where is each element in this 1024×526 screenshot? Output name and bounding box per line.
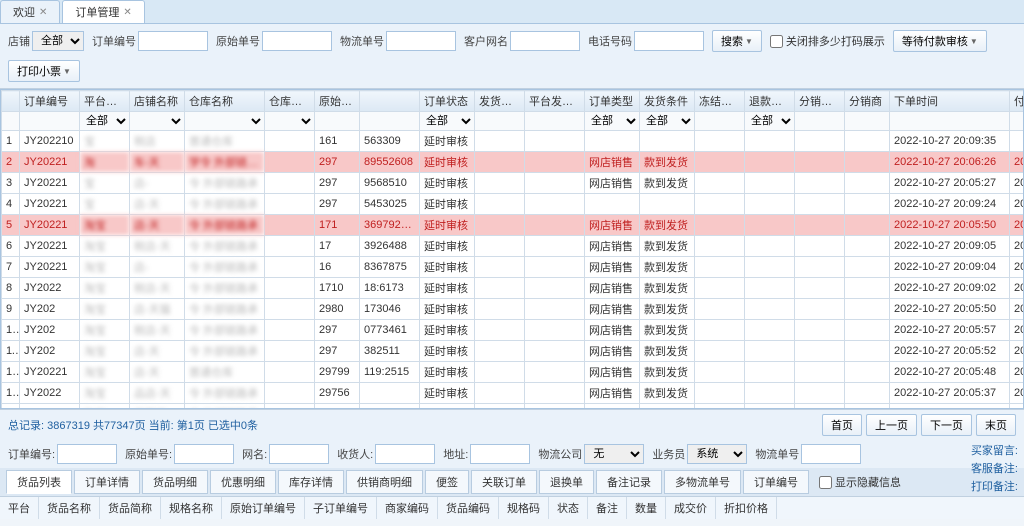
close-multi-scan-checkbox[interactable]: [770, 35, 783, 48]
bf-name[interactable]: [269, 444, 329, 464]
col-ship-status[interactable]: 发货状态: [475, 91, 525, 112]
side-labels: 买家留言: 客服备注: 打印备注:: [971, 442, 1018, 496]
bf-original-no[interactable]: [174, 444, 234, 464]
table-row[interactable]: 6JY20221淘宝税店-天令 外部链路承173926488延时审核网店销售款到…: [2, 236, 1024, 257]
table-row[interactable]: 13JY2022淘宝品店-天令 外部链路承29756延时审核网店销售款到发货20…: [2, 383, 1024, 404]
table-row[interactable]: 2JY20221淘车-天学令 外部链路承29789552608延时审核网店销售款…: [2, 152, 1024, 173]
col-freeze-reason[interactable]: 冻结原因: [695, 91, 745, 112]
btab-split-detail[interactable]: 货品明细: [142, 470, 208, 494]
col-original-no[interactable]: 原始单号: [315, 91, 360, 112]
close-icon[interactable]: ✕: [39, 7, 47, 18]
customer-name-input[interactable]: [510, 31, 580, 51]
chevron-down-icon: ▼: [63, 67, 71, 76]
filter-row: 全部 全部 全部 全部 全部: [2, 112, 1024, 131]
btab-related-orders[interactable]: 关联订单: [471, 470, 537, 494]
col-platform-type[interactable]: 平台类型: [80, 91, 130, 112]
btab-order-no[interactable]: 订单编号: [743, 470, 809, 494]
bf-logistics-co[interactable]: 无: [584, 444, 644, 464]
col-order-type[interactable]: 订单类型: [585, 91, 640, 112]
header-row: 订单编号 平台类型 店铺名称 仓库名称 仓库类型 原始单号 订单状态 发货状态 …: [2, 91, 1024, 112]
chevron-down-icon: ▼: [745, 37, 753, 46]
tab-welcome[interactable]: 欢迎✕: [0, 0, 60, 23]
col-shop-name[interactable]: 店铺名称: [130, 91, 185, 112]
table-row[interactable]: 4JY20221宝店-天令 外部链路承2975453025延时审核2022-10…: [2, 194, 1024, 215]
logistics-no-input[interactable]: [386, 31, 456, 51]
btab-remark[interactable]: 备注记录: [596, 470, 662, 494]
table-row[interactable]: 11JY202淘宝店-天令 外部链路承297382511延时审核网店销售款到发货…: [2, 341, 1024, 362]
pager-info: 总记录: 3867319 共77347页 当前: 第1页 已选中0条: [8, 417, 258, 433]
col-order-status[interactable]: 订单状态: [420, 91, 475, 112]
bf-address[interactable]: [470, 444, 530, 464]
table-row[interactable]: 10JY202淘宝税店-天令 外部链路承2970773461延时审核网店销售款到…: [2, 320, 1024, 341]
col-order-time[interactable]: 下单时间: [890, 91, 1010, 112]
next-page-button[interactable]: 下一页: [921, 414, 972, 436]
col-warehouse-type[interactable]: 仓库类型: [265, 91, 315, 112]
btab-stock-detail[interactable]: 库存详情: [278, 470, 344, 494]
order-no-input[interactable]: [138, 31, 208, 51]
phone-input[interactable]: [634, 31, 704, 51]
prev-page-button[interactable]: 上一页: [866, 414, 917, 436]
last-page-button[interactable]: 末页: [976, 414, 1016, 436]
table-row[interactable]: 9JY202淘宝店-天猫令 外部链路承2980173046延时审核网店销售款到发…: [2, 299, 1024, 320]
col-platform-ship[interactable]: 平台发货状态: [525, 91, 585, 112]
table-row[interactable]: 3JY20221宝店-令 外部链路承2979568510延时审核网店销售款到发货…: [2, 173, 1024, 194]
col-warehouse[interactable]: 仓库名称: [185, 91, 265, 112]
tab-order-mgmt[interactable]: 订单管理✕: [62, 0, 144, 23]
col-order-no[interactable]: 订单编号: [20, 91, 80, 112]
chevron-down-icon: ▼: [970, 37, 978, 46]
table-row[interactable]: 7JY20221淘宝店-令 外部链路承168367875延时审核网店销售款到发货…: [2, 257, 1024, 278]
btab-note[interactable]: 便签: [425, 470, 469, 494]
show-hidden-checkbox[interactable]: [819, 476, 832, 489]
btab-supply-detail[interactable]: 供销商明细: [346, 470, 423, 494]
print-batch-button[interactable]: 打印小票▼: [8, 60, 80, 82]
bf-receiver[interactable]: [375, 444, 435, 464]
col-pay-time[interactable]: 付款时间: [1010, 91, 1024, 112]
shop-select[interactable]: 全部: [32, 31, 84, 51]
bf-logistics-no[interactable]: [801, 444, 861, 464]
col-distributor[interactable]: 分销商: [845, 91, 890, 112]
bf-sales-person[interactable]: 系统: [687, 444, 747, 464]
bf-order-no[interactable]: [57, 444, 117, 464]
search-button[interactable]: 搜索▼: [712, 30, 762, 52]
order-grid[interactable]: 订单编号 平台类型 店铺名称 仓库名称 仓库类型 原始单号 订单状态 发货状态 …: [0, 89, 1024, 409]
original-no-input[interactable]: [262, 31, 332, 51]
btab-goods-list[interactable]: 货品列表: [6, 470, 72, 494]
col-dist-type[interactable]: 分销类别: [795, 91, 845, 112]
col-ship-cond[interactable]: 发货条件: [640, 91, 695, 112]
col-refund-status[interactable]: 退款状态: [745, 91, 795, 112]
bottom-columns: 平台 货品名称 货品简称 规格名称 原始订单编号 子订单编号 商家编码 货品编码…: [0, 496, 1024, 519]
wait-pay-audit-button[interactable]: 等待付款审核▼: [893, 30, 987, 52]
table-row[interactable]: 1JY202210宝税店普通仓库161563309延时审核2022-10-27 …: [2, 131, 1024, 152]
table-row[interactable]: 5JY20221淘宝店-天令 外部链路承171369792393延时审核网店销售…: [2, 215, 1024, 236]
table-row[interactable]: 8JY2022淘宝税店-天令 外部链路承171018:6173延时审核网店销售款…: [2, 278, 1024, 299]
btab-multi-logistics[interactable]: 多物流单号: [664, 470, 741, 494]
close-icon[interactable]: ✕: [123, 7, 131, 18]
btab-order-detail[interactable]: 订单详情: [74, 470, 140, 494]
first-page-button[interactable]: 首页: [822, 414, 862, 436]
btab-promo-detail[interactable]: 优惠明细: [210, 470, 276, 494]
btab-return-orders[interactable]: 退换单: [539, 470, 594, 494]
table-row[interactable]: 12JY20221淘宝店-天普通仓库29799119:2515延时审核网店销售款…: [2, 362, 1024, 383]
